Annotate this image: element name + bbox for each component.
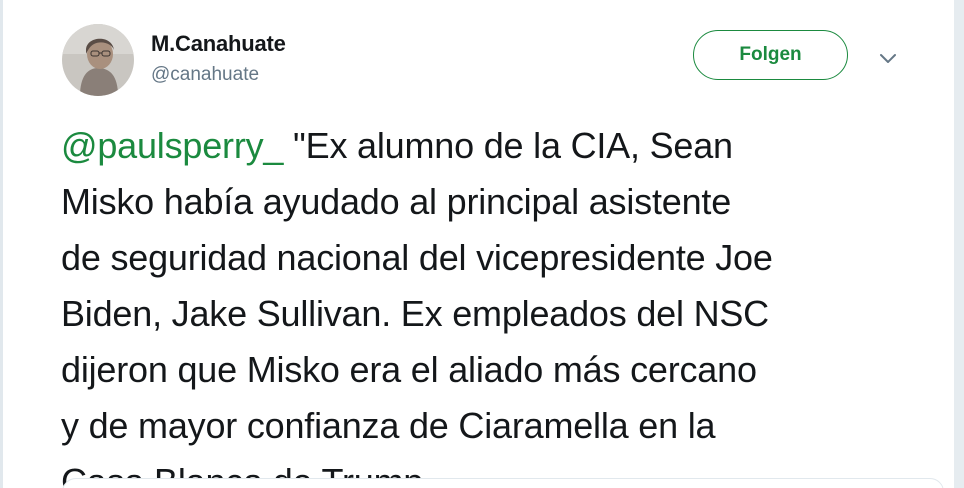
quoted-card-edge: [62, 478, 944, 488]
author-display-name[interactable]: M.Canahuate: [151, 31, 286, 57]
chevron-down-icon[interactable]: [877, 48, 899, 70]
mention-link[interactable]: @paulsperry_: [61, 125, 283, 166]
follow-button[interactable]: Folgen: [693, 30, 848, 80]
profile-photo-icon[interactable]: [62, 24, 134, 96]
author-handle[interactable]: @canahuate: [151, 64, 259, 86]
tweet-body: "Ex alumno de la CIA, Sean Misko había a…: [61, 125, 773, 488]
right-scroll-edge: [954, 0, 964, 488]
tweet-text: @paulsperry_ "Ex alumno de la CIA, Sean …: [61, 118, 931, 488]
left-border: [0, 0, 3, 488]
